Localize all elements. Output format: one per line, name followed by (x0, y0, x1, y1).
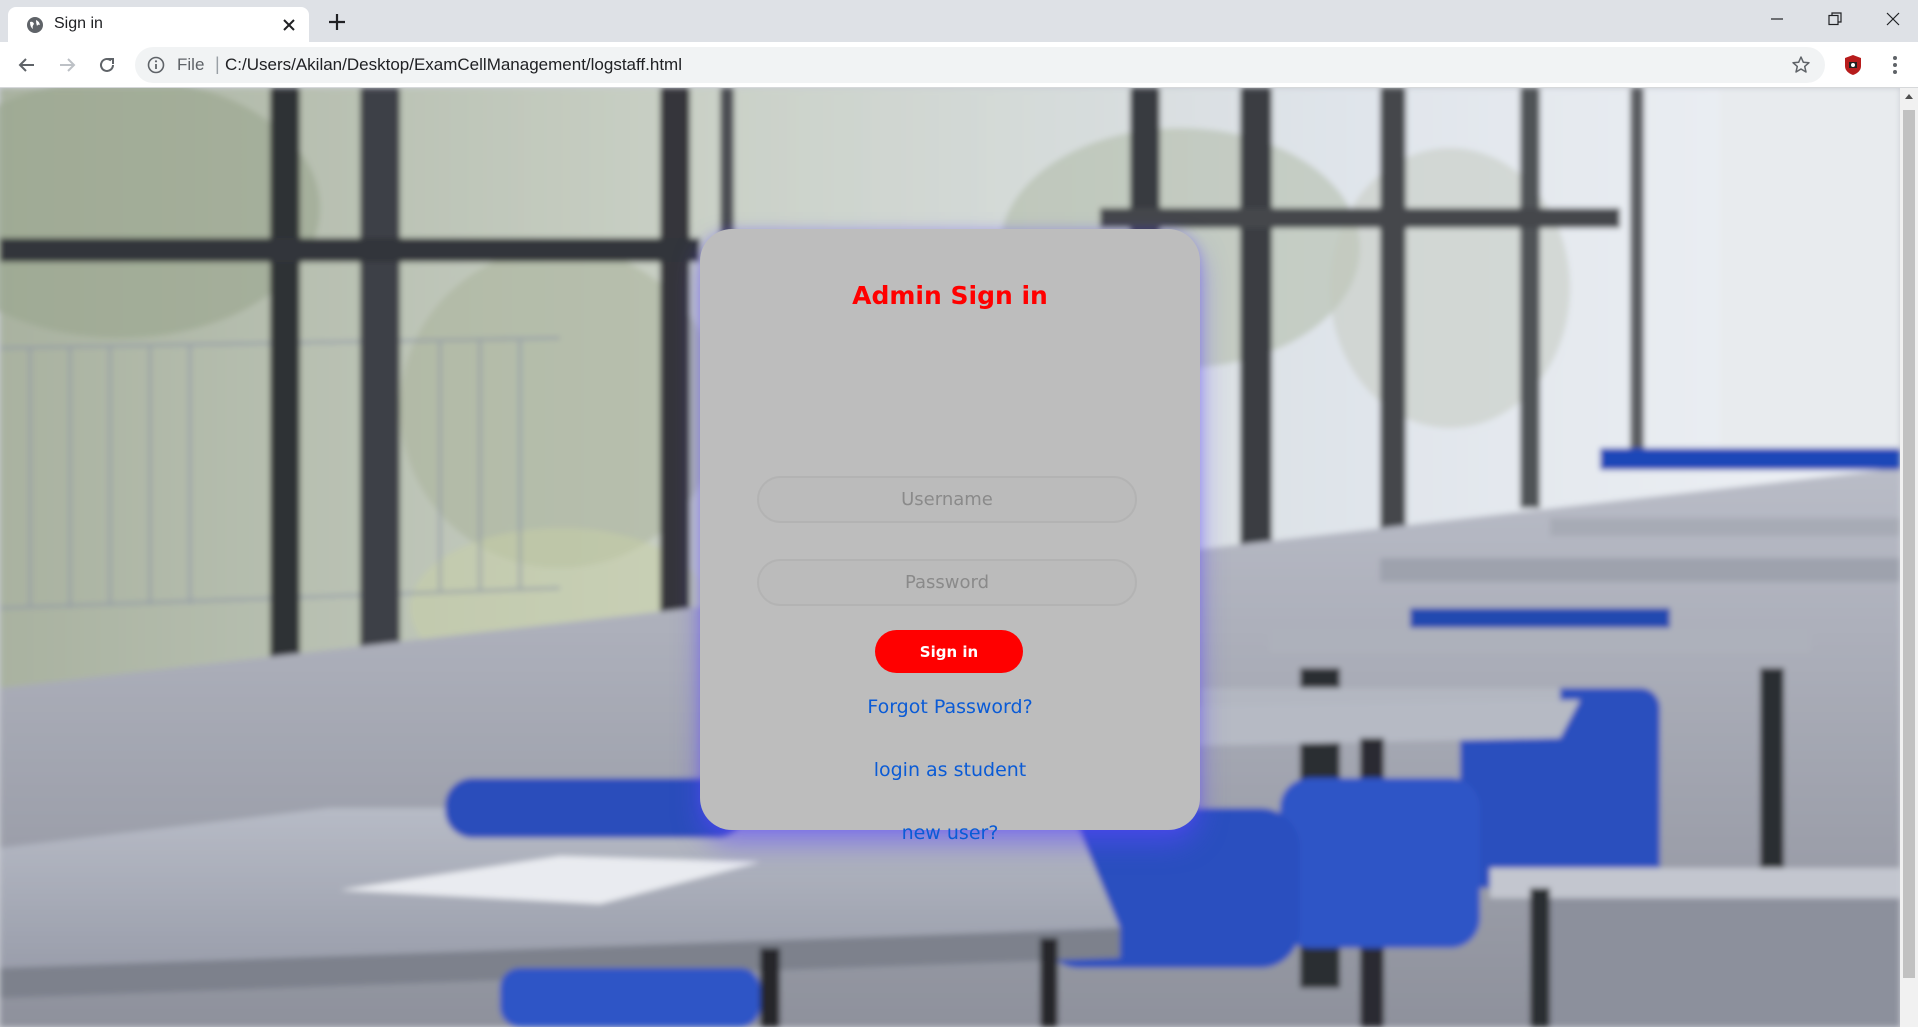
minimize-button[interactable] (1748, 0, 1806, 38)
browser-toolbar: File | C:/Users/Akilan/Desktop/ExamCellM… (0, 42, 1918, 88)
restore-button[interactable] (1806, 0, 1864, 38)
login-as-student-link[interactable]: login as student (700, 759, 1200, 781)
page-title: Admin Sign in (852, 281, 1048, 310)
url-separator: | (215, 54, 220, 74)
globe-icon (27, 17, 43, 33)
window-close-button[interactable] (1864, 0, 1918, 38)
new-user-link[interactable]: new user? (700, 822, 1200, 844)
minimize-icon (1771, 18, 1783, 20)
page-viewport: Admin Sign in Sign in Forgot Password? l… (0, 88, 1900, 1027)
reload-button[interactable] (93, 51, 121, 79)
browser-tab[interactable]: Sign in (8, 7, 309, 42)
browser-titlebar: Sign in (0, 0, 1918, 42)
username-input[interactable] (757, 476, 1137, 523)
plus-icon[interactable] (325, 10, 349, 34)
signin-button[interactable]: Sign in (875, 630, 1023, 673)
page-scrollbar[interactable] (1900, 88, 1918, 1027)
tab-title: Sign in (54, 15, 103, 32)
url-scheme-label: File (177, 55, 205, 74)
kebab-menu-icon[interactable] (1884, 53, 1906, 77)
back-arrow-icon (18, 58, 34, 72)
info-icon[interactable] (147, 56, 165, 74)
address-bar[interactable]: File | C:/Users/Akilan/Desktop/ExamCellM… (135, 47, 1825, 83)
window-close-icon (1886, 12, 1900, 26)
back-button[interactable] (13, 51, 41, 79)
forgot-password-link[interactable]: Forgot Password? (700, 696, 1200, 718)
scrollbar-thumb[interactable] (1903, 110, 1915, 978)
forward-button[interactable] (53, 51, 81, 79)
extension-icon[interactable] (1842, 54, 1864, 76)
restore-icon (1828, 12, 1842, 26)
url-text[interactable]: C:/Users/Akilan/Desktop/ExamCellManageme… (225, 55, 682, 75)
reload-icon (100, 57, 114, 72)
password-input[interactable] (757, 559, 1137, 606)
forward-arrow-icon (60, 58, 76, 72)
star-icon[interactable] (1791, 55, 1811, 75)
signin-card: Admin Sign in Sign in Forgot Password? l… (700, 229, 1200, 844)
close-icon[interactable] (279, 15, 299, 35)
scroll-up-arrow-icon[interactable] (1905, 94, 1913, 99)
